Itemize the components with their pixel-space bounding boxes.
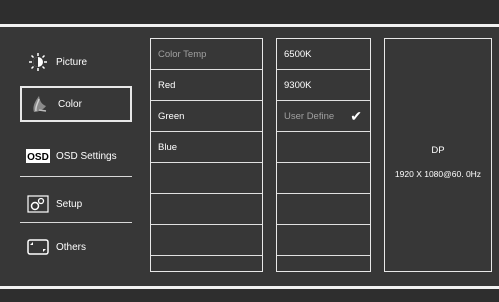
option-user-define[interactable]: User Define ✔	[277, 101, 370, 132]
empty-row	[151, 163, 262, 194]
svg-text:OSD: OSD	[27, 152, 49, 163]
osd-bottom-bar	[0, 289, 499, 302]
empty-row	[277, 225, 370, 256]
empty-row	[277, 194, 370, 225]
osd-icon: OSD	[26, 146, 50, 166]
menu-item-label: Color Temp	[158, 48, 207, 60]
menu-item-label: Red	[158, 79, 176, 91]
empty-row	[151, 225, 262, 256]
sidebar-item-label: OSD Settings	[56, 150, 117, 162]
sidebar-item-osd-settings[interactable]: OSD OSD Settings	[20, 138, 132, 174]
brightness-icon	[26, 52, 50, 72]
sidebar-divider	[20, 176, 132, 177]
menu-item-color-temp[interactable]: Color Temp	[151, 39, 262, 70]
sidebar-item-picture[interactable]: Picture	[20, 44, 132, 80]
option-label: 6500K	[284, 48, 312, 60]
color-palette-icon	[28, 94, 52, 114]
menu-item-red[interactable]: Red	[151, 70, 262, 101]
option-label: User Define	[284, 110, 335, 122]
option-9300k[interactable]: 9300K	[277, 70, 370, 101]
menu-item-green[interactable]: Green	[151, 101, 262, 132]
empty-row	[277, 163, 370, 194]
empty-row	[151, 194, 262, 225]
sidebar-item-label: Others	[56, 241, 87, 253]
input-port: DP	[431, 145, 445, 156]
sidebar-item-label: Picture	[56, 56, 88, 68]
sidebar-item-label: Setup	[56, 198, 83, 210]
menu-item-label: Blue	[158, 141, 178, 153]
sidebar-divider	[20, 222, 132, 223]
input-resolution: 1920 X 1080@60. 0Hz	[394, 169, 482, 179]
option-6500k[interactable]: 6500K	[277, 39, 370, 70]
menu-item-blue[interactable]: Blue	[151, 132, 262, 163]
color-temp-options-panel: 6500K 9300K User Define ✔	[276, 38, 371, 272]
input-info-panel: DP 1920 X 1080@60. 0Hz	[384, 38, 492, 272]
checkmark-icon: ✔	[350, 108, 362, 124]
sidebar-item-setup[interactable]: Setup	[20, 186, 132, 222]
menu-item-label: Green	[158, 110, 185, 122]
color-menu-panel: Color Temp Red Green Blue	[150, 38, 263, 272]
top-separator	[0, 24, 499, 27]
sidebar-item-color[interactable]: Color	[20, 86, 132, 122]
sidebar-item-label: Color	[58, 98, 82, 110]
option-label: 9300K	[284, 79, 312, 91]
sidebar-item-others[interactable]: Others	[20, 229, 132, 265]
swap-arrows-icon	[26, 237, 50, 257]
osd-top-bar	[0, 0, 499, 24]
empty-row	[277, 132, 370, 163]
gears-icon	[26, 194, 50, 214]
